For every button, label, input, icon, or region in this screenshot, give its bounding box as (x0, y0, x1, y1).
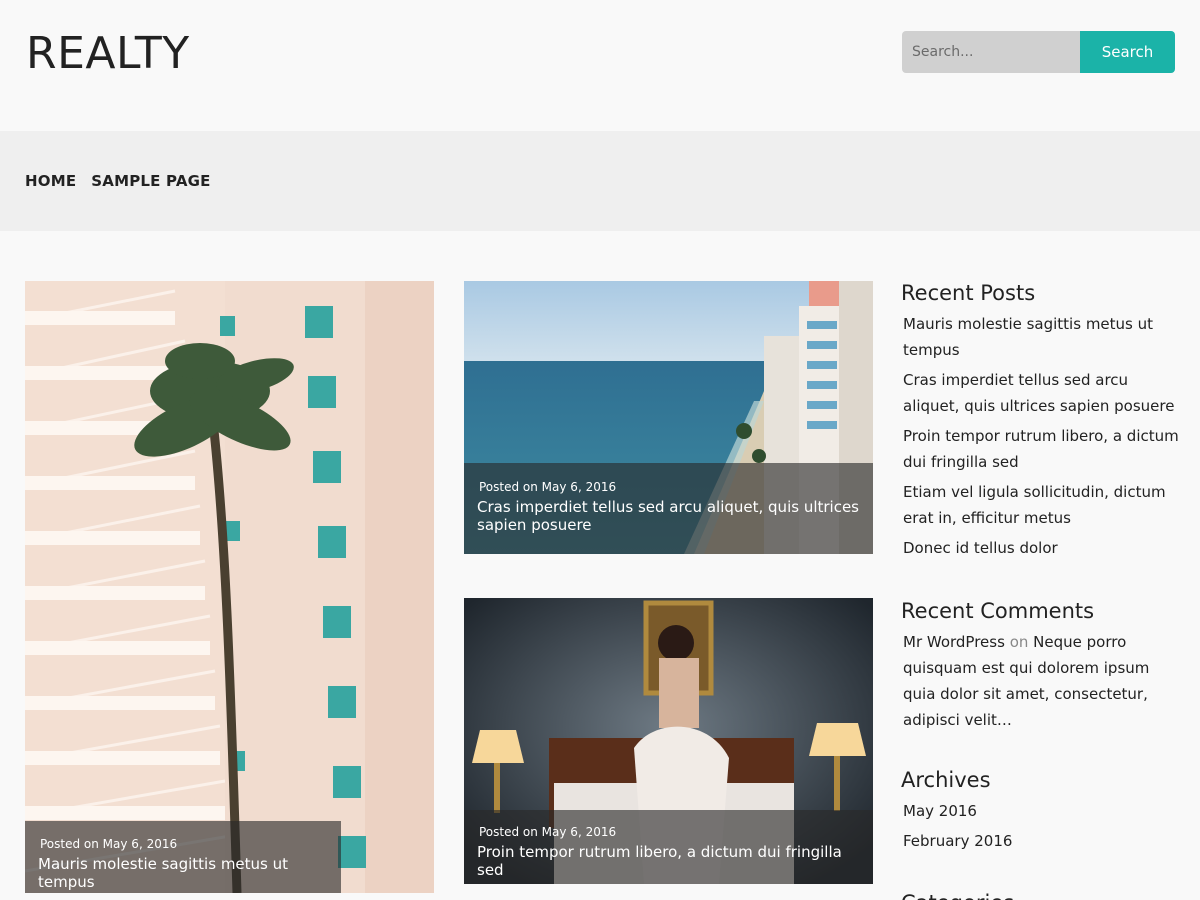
nav-link-sample-page[interactable]: SAMPLE PAGE (91, 172, 210, 190)
recent-post-link[interactable]: Etiam vel ligula sollicitudin, dictum er… (903, 483, 1166, 527)
post-date: Posted on May 6, 2016 (479, 825, 617, 839)
recent-post-link[interactable]: Proin tempor rutrum libero, a dictum dui… (903, 427, 1179, 471)
site-header: REALTY Search (0, 0, 1200, 131)
site-title[interactable]: REALTY (26, 28, 190, 80)
post-title-link[interactable]: Cras imperdiet tellus sed arcu aliquet, … (477, 498, 860, 534)
widget-title: Categories (901, 891, 1181, 900)
list-item: Etiam vel ligula sollicitudin, dictum er… (901, 479, 1181, 531)
widget-recent-comments: Recent Comments Mr WordPress on Neque po… (901, 599, 1181, 737)
recent-comments-list: Mr WordPress on Neque porro quisquam est… (901, 629, 1181, 733)
post-date: Posted on May 6, 2016 (479, 480, 617, 494)
post-card[interactable]: Posted on May 6, 2016 Proin tempor rutru… (464, 598, 873, 884)
list-item: Proin tempor rutrum libero, a dictum dui… (901, 423, 1181, 475)
post-thumbnail-building[interactable] (25, 281, 434, 893)
building-image (25, 281, 434, 893)
recent-post-link[interactable]: Donec id tellus dolor (903, 539, 1058, 557)
list-item: February 2016 (901, 828, 1181, 854)
widget-recent-posts: Recent Posts Mauris molestie sagittis me… (901, 281, 1181, 565)
widget-archives: Archives May 2016 February 2016 (901, 768, 1181, 858)
search-form: Search (902, 31, 1175, 73)
list-item: May 2016 (901, 798, 1181, 824)
post-overlay: Posted on May 6, 2016 Mauris molestie sa… (25, 821, 341, 893)
archives-list: May 2016 February 2016 (901, 798, 1181, 854)
list-item: Mr WordPress on Neque porro quisquam est… (901, 629, 1181, 733)
search-input[interactable] (902, 31, 1080, 73)
recent-post-link[interactable]: Mauris molestie sagittis metus ut tempus (903, 315, 1153, 359)
nav-item-sample-page: SAMPLE PAGE (91, 171, 210, 190)
nav-link-home[interactable]: HOME (25, 172, 76, 190)
search-button[interactable]: Search (1080, 31, 1175, 73)
archive-link[interactable]: May 2016 (903, 802, 977, 820)
widget-title: Archives (901, 768, 991, 792)
post-overlay: Posted on May 6, 2016 Cras imperdiet tel… (464, 463, 873, 554)
post-card[interactable]: Posted on May 6, 2016 Cras imperdiet tel… (464, 281, 873, 554)
main-nav: HOME SAMPLE PAGE (0, 131, 1200, 231)
post-overlay: Posted on May 6, 2016 Proin tempor rutru… (464, 810, 873, 884)
post-title-link[interactable]: Mauris molestie sagittis metus ut tempus (38, 855, 328, 891)
on-label: on (1009, 633, 1029, 651)
comment-author-link[interactable]: Mr WordPress (903, 633, 1005, 651)
archive-link[interactable]: February 2016 (903, 832, 1012, 850)
list-item: Donec id tellus dolor (901, 535, 1181, 561)
widget-title: Recent Posts (901, 281, 1036, 305)
post-date: Posted on May 6, 2016 (40, 837, 178, 851)
list-item: Cras imperdiet tellus sed arcu aliquet, … (901, 367, 1181, 419)
widget-categories: Categories (901, 891, 1181, 900)
recent-posts-list: Mauris molestie sagittis metus ut tempus… (901, 311, 1181, 561)
nav-list: HOME SAMPLE PAGE (25, 171, 211, 190)
post-card[interactable]: Posted on May 6, 2016 Mauris molestie sa… (25, 281, 434, 893)
recent-post-link[interactable]: Cras imperdiet tellus sed arcu aliquet, … (903, 371, 1174, 415)
post-title-link[interactable]: Proin tempor rutrum libero, a dictum dui… (477, 843, 860, 879)
widget-title: Recent Comments (901, 599, 1095, 623)
list-item: Mauris molestie sagittis metus ut tempus (901, 311, 1181, 363)
nav-item-home: HOME (25, 171, 76, 190)
